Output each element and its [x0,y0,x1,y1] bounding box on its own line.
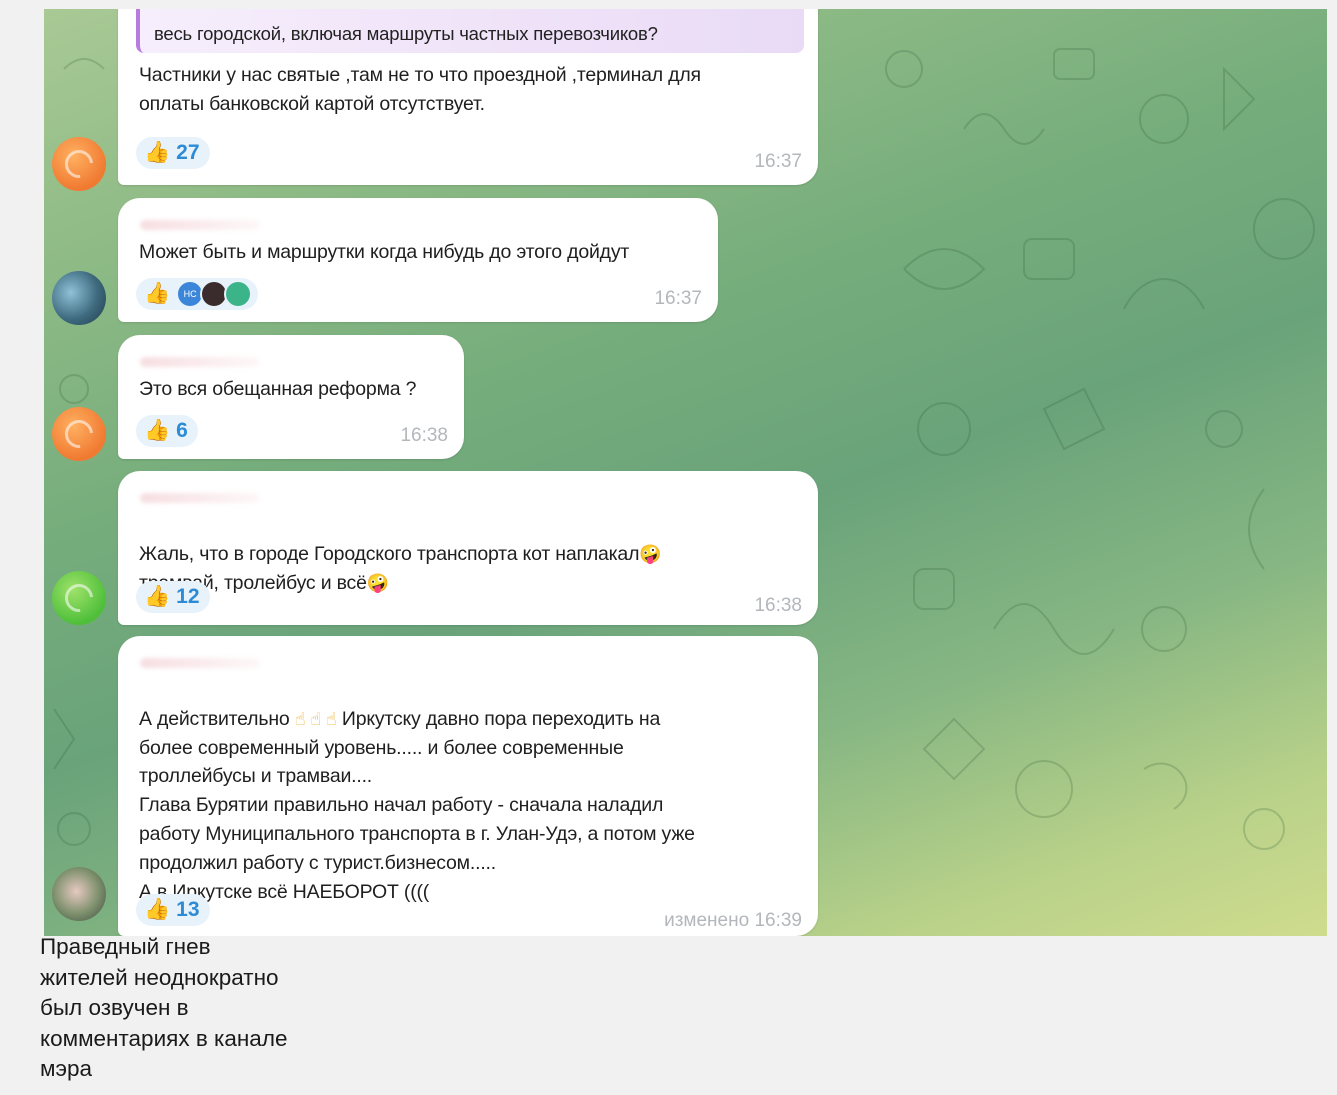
reaction-count: 27 [176,141,200,164]
message-text: Жаль, что в городе Городского транспорта… [139,511,662,597]
thumbs-up-icon: 👍 [144,585,171,608]
reaction-thumbs-up[interactable]: 👍 HC [136,278,259,310]
thumbs-up-icon: 👍 [144,419,171,442]
avatar-logo-icon [59,414,99,454]
sender-name-blurred [140,220,260,230]
zany-face-emoji: 🤪 [639,543,662,564]
sender-name-blurred [140,357,260,367]
avatar-logo-icon [59,144,99,184]
reaction-count: 12 [176,585,200,608]
message-bubble[interactable]: весь городской, включая маршруты частных… [118,9,818,185]
message-time: 16:37 [654,288,702,309]
message-text: Может быть и маршрутки когда нибудь до э… [139,241,630,263]
thumbs-up-icon: 👍 [144,282,171,305]
reaction-thumbs-up[interactable]: 👍 6 [136,415,198,447]
image-caption: Праведный гнев жителей неоднократно был … [40,934,288,1081]
avatar[interactable] [52,137,106,191]
avatar-logo-icon [59,578,99,618]
message-bubble[interactable]: Это вся обещанная реформа ? 👍 6 16:38 [118,335,464,459]
reaction-count: 6 [176,419,188,442]
reaction-thumbs-up[interactable]: 👍 27 [136,137,210,169]
chat-screenshot: весь городской, включая маршруты частных… [44,9,1327,936]
message-text-rest: более современный уровень..... и более с… [139,736,695,903]
message-text-line: А действительно [139,707,290,730]
avatar[interactable] [52,271,106,325]
reaction-thumbs-up[interactable]: 👍 13 [136,894,210,926]
message-time: 16:38 [400,425,448,446]
message-text-line: Жаль, что в городе Городского транспорта… [139,542,640,565]
message-text: Это вся обещанная реформа ? [139,378,417,400]
pointing-up-emoji: ☝ ☝ ☝ [294,708,337,729]
message-time: изменено 16:39 [664,910,802,931]
message-time: 16:37 [754,151,802,172]
reaction-count: 13 [176,898,200,921]
thumbs-up-icon: 👍 [144,898,171,921]
avatar[interactable] [52,867,106,921]
message-text: А действительно ☝ ☝ ☝ Иркутску давно пор… [139,676,695,906]
avatar[interactable] [52,407,106,461]
quote-text: весь городской, включая маршруты частных… [154,23,658,44]
avatar[interactable] [52,571,106,625]
message-text: Частники у нас святые ,там не то что про… [139,64,701,115]
reactor-avatar [224,280,253,308]
message-bubble[interactable]: Может быть и маршрутки когда нибудь до э… [118,198,718,322]
message-bubble[interactable]: А действительно ☝ ☝ ☝ Иркутску давно пор… [118,636,818,936]
sender-name-blurred [140,493,260,503]
page-frame: весь городской, включая маршруты частных… [0,0,1337,1095]
sender-name-blurred [140,658,260,668]
quoted-message[interactable]: весь городской, включая маршруты частных… [136,9,804,53]
reaction-thumbs-up[interactable]: 👍 12 [136,581,210,613]
thumbs-up-icon: 👍 [144,141,171,164]
message-text-line: Иркутску давно пора переходить на [341,707,661,730]
zany-face-emoji: 🤪 [366,572,389,593]
message-bubble[interactable]: Жаль, что в городе Городского транспорта… [118,471,818,625]
message-time: 16:38 [754,595,802,616]
